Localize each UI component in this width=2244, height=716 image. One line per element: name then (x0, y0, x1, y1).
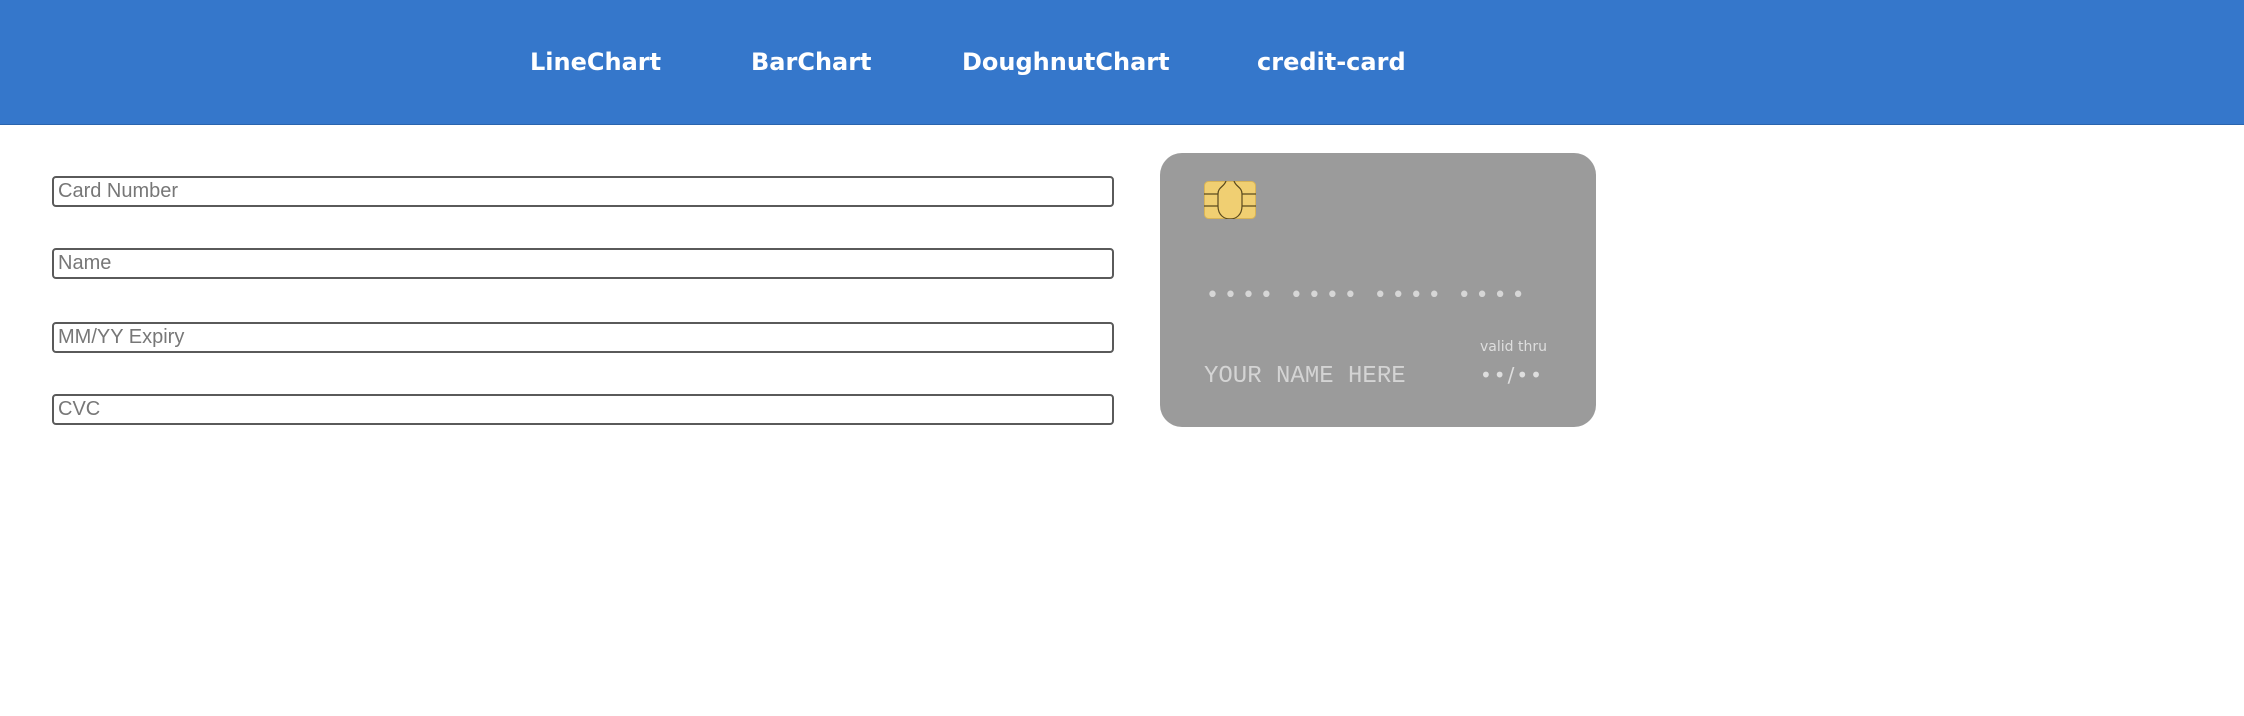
card-name-display: YOUR NAME HERE (1204, 363, 1406, 390)
name-input[interactable] (52, 248, 1114, 279)
cvc-input[interactable] (52, 394, 1114, 425)
expiry-input[interactable] (52, 322, 1114, 353)
nav-link-barchart[interactable]: BarChart (751, 47, 872, 77)
top-navbar: LineChart BarChart DoughnutChart credit-… (0, 0, 2244, 125)
card-number-display: •••• •••• •••• •••• (1206, 283, 1530, 308)
nav-link-credit-card[interactable]: credit-card (1257, 47, 1406, 77)
card-expiry-display: ••/•• (1480, 363, 1544, 387)
nav-link-doughnutchart[interactable]: DoughnutChart (962, 47, 1170, 77)
valid-thru-label: valid thru (1480, 339, 1547, 355)
card-chip-icon (1204, 181, 1256, 219)
nav-link-linechart[interactable]: LineChart (530, 47, 661, 77)
card-number-input[interactable] (52, 176, 1114, 207)
credit-card-preview: •••• •••• •••• •••• YOUR NAME HERE valid… (1160, 153, 1596, 427)
